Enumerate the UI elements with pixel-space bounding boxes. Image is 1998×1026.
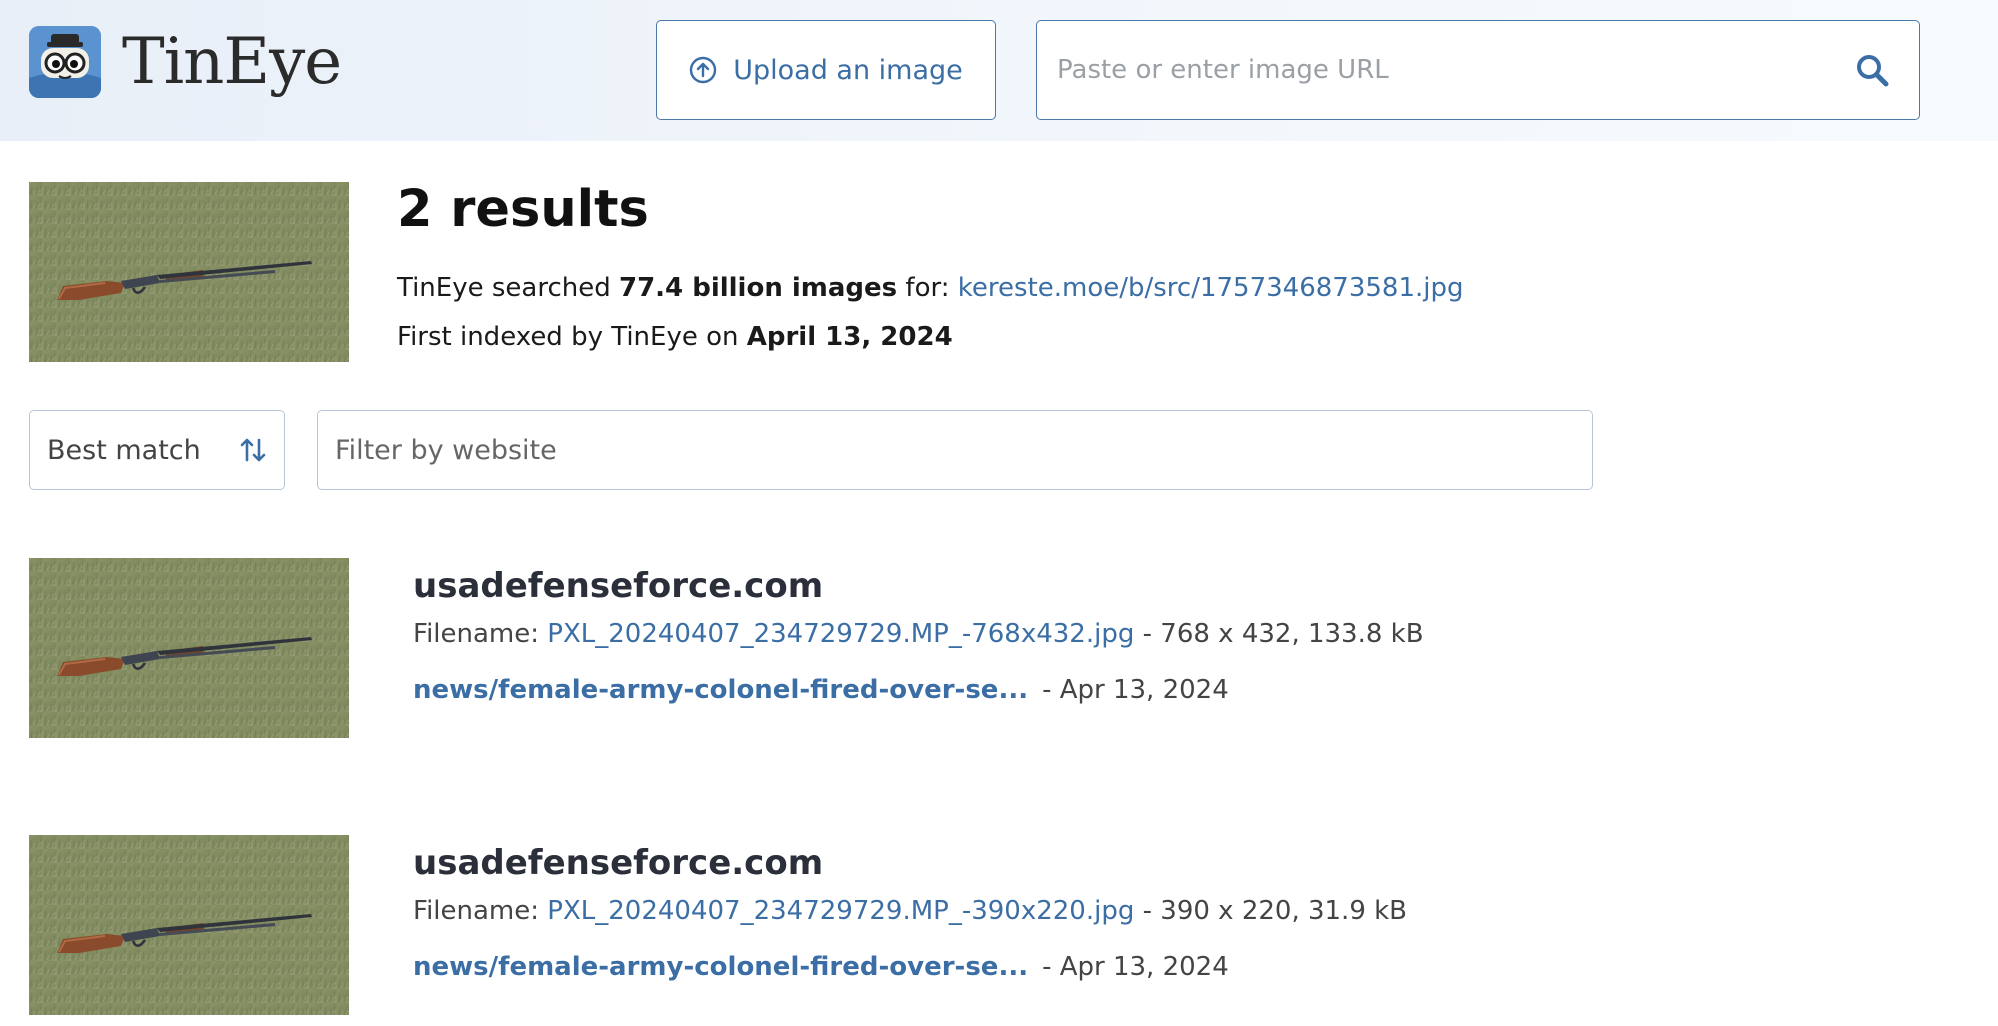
result-item: usadefenseforce.com Filename: PXL_202404… — [0, 835, 1998, 1025]
result-item: usadefenseforce.com Filename: PXL_202404… — [0, 558, 1998, 748]
result-page-line: news/female-army-colonel-fired-over-se..… — [413, 952, 1229, 982]
result-date: - Apr 13, 2024 — [1042, 952, 1229, 982]
image-url-input[interactable] — [1057, 21, 1837, 118]
result-filename-link[interactable]: PXL_20240407_234729729.MP_-390x220.jpg — [547, 896, 1134, 926]
upload-circle-arrow-icon — [689, 56, 717, 84]
filename-label: Filename: — [413, 896, 548, 926]
logo-wordmark: TinEye — [122, 25, 342, 99]
indexed-date: April 13, 2024 — [746, 322, 953, 352]
result-filename-line: Filename: PXL_20240407_234729729.MP_-768… — [413, 619, 1424, 649]
tineye-robot-icon — [29, 26, 101, 98]
result-file-meta: - 390 x 220, 31.9 kB — [1134, 896, 1408, 926]
result-file-meta: - 768 x 432, 133.8 kB — [1134, 619, 1424, 649]
result-filename-line: Filename: PXL_20240407_234729729.MP_-390… — [413, 896, 1407, 926]
result-thumbnail[interactable] — [29, 558, 349, 738]
indexed-prefix: First indexed by TinEye on — [397, 322, 747, 352]
upload-image-label: Upload an image — [733, 54, 963, 86]
filter-by-website-input[interactable] — [317, 410, 1593, 490]
searched-count: 77.4 billion images — [619, 273, 898, 303]
result-domain[interactable]: usadefenseforce.com — [413, 566, 823, 606]
searched-prefix: TinEye searched — [397, 273, 619, 303]
sort-arrows-icon — [240, 436, 266, 471]
searched-for-label: for: — [897, 273, 958, 303]
tineye-logo[interactable]: TinEye — [29, 25, 342, 99]
sort-label: Best match — [47, 434, 201, 466]
sort-dropdown[interactable]: Best match — [29, 410, 285, 490]
result-page-link[interactable]: news/female-army-colonel-fired-over-se..… — [413, 675, 1028, 705]
searched-summary: TinEye searched 77.4 billion images for:… — [397, 273, 1464, 303]
image-url-box — [1036, 20, 1920, 120]
header-bar: TinEye Upload an image — [0, 0, 1998, 141]
result-date: - Apr 13, 2024 — [1042, 675, 1229, 705]
result-filename-link[interactable]: PXL_20240407_234729729.MP_-768x432.jpg — [547, 619, 1134, 649]
result-thumbnail[interactable] — [29, 835, 349, 1015]
result-domain[interactable]: usadefenseforce.com — [413, 843, 823, 883]
results-count-heading: 2 results — [397, 180, 649, 239]
filename-label: Filename: — [413, 619, 548, 649]
result-page-line: news/female-army-colonel-fired-over-se..… — [413, 675, 1229, 705]
query-image-thumbnail[interactable] — [29, 182, 349, 362]
query-url-link[interactable]: kereste.moe/b/src/1757346873581.jpg — [958, 273, 1464, 303]
upload-image-button[interactable]: Upload an image — [656, 20, 996, 120]
magnifier-icon[interactable] — [1853, 51, 1891, 89]
first-indexed-line: First indexed by TinEye on April 13, 202… — [397, 322, 953, 352]
result-page-link[interactable]: news/female-army-colonel-fired-over-se..… — [413, 952, 1028, 982]
